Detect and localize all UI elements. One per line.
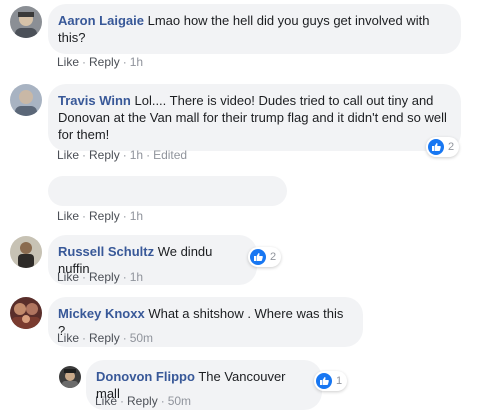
avatar[interactable] bbox=[10, 236, 42, 268]
thumbs-up-icon bbox=[250, 249, 266, 265]
comment-actions: Like · Reply · 1h bbox=[57, 270, 143, 284]
like-link[interactable]: Like bbox=[57, 331, 79, 345]
like-link[interactable]: Like bbox=[57, 55, 79, 69]
avatar[interactable] bbox=[59, 366, 81, 388]
separator: · bbox=[82, 270, 87, 284]
separator: · bbox=[122, 55, 127, 69]
reaction-count: 2 bbox=[448, 141, 455, 153]
reaction-summary[interactable]: 1 bbox=[314, 371, 348, 391]
separator: · bbox=[122, 331, 127, 345]
thumbs-up-icon bbox=[428, 139, 444, 155]
separator: · bbox=[82, 331, 87, 345]
comment-author[interactable]: Travis Winn bbox=[58, 93, 131, 108]
timestamp[interactable]: 50m bbox=[130, 331, 153, 345]
comment-author[interactable]: Aaron Laigaie bbox=[58, 13, 144, 28]
comment-bubble: Travis Winn Lol.... There is video! Dude… bbox=[48, 84, 461, 151]
reaction-summary[interactable]: 2 bbox=[248, 247, 282, 267]
comment-actions: Like · Reply · 1h bbox=[57, 209, 143, 223]
avatar[interactable] bbox=[10, 84, 42, 116]
separator: · bbox=[146, 148, 151, 162]
separator: · bbox=[120, 394, 125, 408]
like-link[interactable]: Like bbox=[95, 394, 117, 408]
comment-actions: Like · Reply · 50m bbox=[95, 394, 191, 408]
separator: · bbox=[122, 209, 127, 223]
reaction-summary[interactable]: 2 bbox=[426, 137, 460, 157]
thumbs-up-icon bbox=[316, 373, 332, 389]
like-link[interactable]: Like bbox=[57, 209, 79, 223]
reaction-count: 2 bbox=[270, 251, 277, 263]
timestamp[interactable]: 1h bbox=[130, 209, 143, 223]
comment-author[interactable]: Russell Schultz bbox=[58, 244, 154, 259]
comment-author[interactable]: Mickey Knoxx bbox=[58, 306, 145, 321]
reply-link[interactable]: Reply bbox=[89, 209, 120, 223]
comment-actions: Like · Reply · 50m bbox=[57, 331, 153, 345]
timestamp[interactable]: 1h bbox=[130, 55, 143, 69]
comment-bubble-empty bbox=[48, 176, 287, 206]
comment-actions: Like · Reply · 1h · Edited bbox=[57, 148, 187, 162]
separator: · bbox=[160, 394, 165, 408]
avatar[interactable] bbox=[10, 297, 42, 329]
timestamp[interactable]: 50m bbox=[168, 394, 191, 408]
reply-link[interactable]: Reply bbox=[89, 331, 120, 345]
like-link[interactable]: Like bbox=[57, 270, 79, 284]
reply-link[interactable]: Reply bbox=[89, 148, 120, 162]
edited-label[interactable]: Edited bbox=[153, 148, 187, 162]
comment-author[interactable]: Donovon Flippo bbox=[96, 369, 195, 384]
separator: · bbox=[82, 209, 87, 223]
timestamp[interactable]: 1h bbox=[130, 148, 143, 162]
avatar[interactable] bbox=[10, 6, 42, 38]
comment-actions: Like · Reply · 1h bbox=[57, 55, 143, 69]
separator: · bbox=[122, 270, 127, 284]
separator: · bbox=[82, 55, 87, 69]
separator: · bbox=[82, 148, 87, 162]
reply-link[interactable]: Reply bbox=[89, 270, 120, 284]
reply-link[interactable]: Reply bbox=[89, 55, 120, 69]
reaction-count: 1 bbox=[336, 375, 343, 387]
like-link[interactable]: Like bbox=[57, 148, 79, 162]
separator: · bbox=[122, 148, 127, 162]
reply-link[interactable]: Reply bbox=[127, 394, 158, 408]
comment-bubble: Aaron Laigaie Lmao how the hell did you … bbox=[48, 4, 461, 54]
timestamp[interactable]: 1h bbox=[130, 270, 143, 284]
